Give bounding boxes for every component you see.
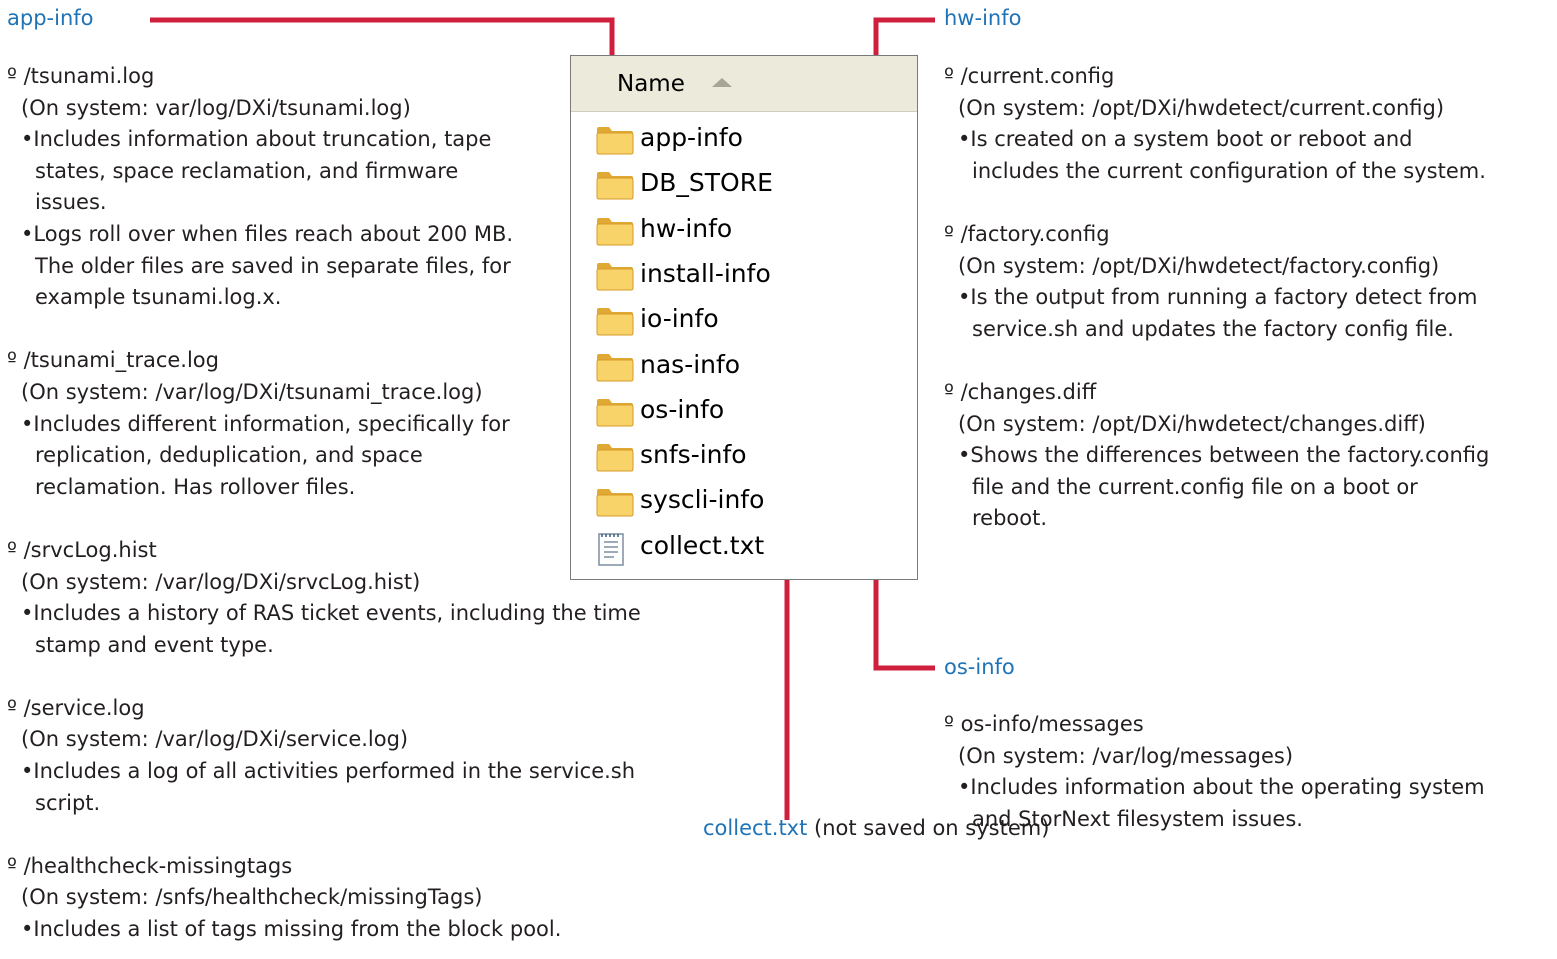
file-name: º /srvcLog.hist bbox=[7, 537, 157, 562]
explorer-item-label: install-info bbox=[640, 258, 771, 288]
explorer-item[interactable]: os-info bbox=[596, 391, 896, 431]
os-info-heading: os-info bbox=[944, 655, 1015, 679]
app-info-descriptions: º /tsunami.log (On system: var/log/DXi/ts… bbox=[7, 61, 641, 946]
folder-icon bbox=[596, 487, 634, 521]
folder-icon bbox=[596, 306, 634, 340]
system-path: (On system: /var/log/DXi/srvcLog.hist) bbox=[21, 569, 421, 594]
file-name: º /changes.diff bbox=[944, 379, 1097, 404]
explorer-item[interactable]: install-info bbox=[596, 255, 896, 295]
explorer-item[interactable]: DB_STORE bbox=[596, 164, 896, 204]
bullet-continuation: example tsunami.log.x. bbox=[35, 285, 282, 310]
bullet-continuation: script. bbox=[35, 790, 101, 815]
bullet-text: •Includes a list of tags missing from th… bbox=[21, 917, 562, 942]
folder-icon bbox=[596, 216, 634, 250]
text-file-icon bbox=[596, 532, 626, 571]
bullet-continuation: file and the current.config file on a bo… bbox=[972, 474, 1418, 499]
file-name: º /healthcheck-missingtags bbox=[7, 853, 293, 878]
explorer-item[interactable]: app-info bbox=[596, 119, 896, 159]
hw-info-entry: º /changes.diff (On system: /opt/DXi/hwde… bbox=[944, 377, 1489, 535]
file-name: º os-info/messages bbox=[944, 712, 1144, 736]
app-info-entry: º /srvcLog.hist (On system: /var/log/DXi/… bbox=[7, 535, 641, 661]
hw-info-entry: º /factory.config (On system: /opt/DXi/hw… bbox=[944, 219, 1489, 345]
app-info-entry: º /service.log (On system: /var/log/DXi/s… bbox=[7, 693, 641, 819]
folder-icon bbox=[596, 170, 634, 204]
folder-icon bbox=[596, 352, 634, 386]
bullet-continuation: reboot. bbox=[972, 506, 1048, 531]
file-name: º /tsunami.log bbox=[7, 64, 155, 88]
app-info-entry: º /healthcheck-missingtags (On system: /s… bbox=[7, 851, 641, 946]
explorer-item[interactable]: snfs-info bbox=[596, 436, 896, 476]
bullet-text: •Includes information about truncation, … bbox=[21, 127, 492, 152]
file-name: º /service.log bbox=[7, 695, 145, 720]
explorer-item-label: io-info bbox=[640, 304, 719, 334]
system-path: (On system: var/log/DXi/tsunami.log) bbox=[21, 95, 411, 120]
explorer-item-label: app-info bbox=[640, 123, 743, 152]
folder-icon bbox=[596, 442, 634, 476]
bullet-continuation: issues. bbox=[35, 190, 107, 215]
system-path: (On system: /var/log/messages) bbox=[958, 743, 1294, 768]
explorer-item[interactable]: nas-info bbox=[596, 346, 896, 386]
bullet-text: •Logs roll over when files reach about 2… bbox=[21, 221, 514, 246]
os-info-descriptions: º os-info/messages (On system: /var/log/m… bbox=[944, 709, 1485, 835]
bullet-continuation: service.sh and updates the factory confi… bbox=[972, 316, 1454, 341]
app-info-heading: app-info bbox=[7, 6, 94, 30]
bullet-text: •Includes different information, specifi… bbox=[21, 411, 510, 436]
file-name: º /current.config bbox=[944, 64, 1115, 88]
bullet-continuation: stamp and event type. bbox=[35, 632, 274, 657]
explorer-item[interactable]: io-info bbox=[596, 300, 896, 340]
bullet-text: •Includes a history of RAS ticket events… bbox=[21, 601, 641, 626]
hw-info-entry: º /current.config (On system: /opt/DXi/hw… bbox=[944, 61, 1489, 187]
os-info-entry: º os-info/messages (On system: /var/log/m… bbox=[944, 709, 1485, 835]
file-name: º /factory.config bbox=[944, 221, 1110, 246]
name-column-label: Name bbox=[617, 71, 685, 97]
explorer-item[interactable]: collect.txt bbox=[596, 527, 896, 567]
explorer-item-label: snfs-info bbox=[640, 440, 747, 470]
folder-icon bbox=[596, 397, 634, 431]
bullet-text: •Is created on a system boot or reboot a… bbox=[958, 127, 1413, 152]
hw-info-heading: hw-info bbox=[944, 6, 1022, 30]
explorer-item[interactable]: hw-info bbox=[596, 210, 896, 250]
bullet-continuation: The older files are saved in separate fi… bbox=[35, 253, 511, 278]
bullet-continuation: states, space reclamation, and firmware bbox=[35, 158, 459, 183]
bullet-text: •Is the output from running a factory de… bbox=[958, 285, 1478, 310]
explorer-item[interactable]: syscli-info bbox=[596, 481, 896, 521]
file-explorer-pane: Name app-info DB_STORE hw-info install-info… bbox=[570, 55, 918, 580]
app-info-entry: º /tsunami_trace.log (On system: /var/log… bbox=[7, 345, 641, 503]
hw-info-descriptions: º /current.config (On system: /opt/DXi/hw… bbox=[944, 61, 1489, 535]
bullet-continuation: and StorNext filesystem issues. bbox=[972, 806, 1303, 831]
app-info-entry: º /tsunami.log (On system: var/log/DXi/ts… bbox=[7, 61, 641, 314]
sort-ascending-icon bbox=[712, 78, 732, 87]
name-column-header[interactable]: Name bbox=[571, 56, 917, 112]
folder-icon bbox=[596, 125, 634, 159]
explorer-item-label: os-info bbox=[640, 394, 725, 424]
folder-icon bbox=[596, 261, 634, 295]
file-name: º /tsunami_trace.log bbox=[7, 348, 219, 373]
explorer-item-label: DB_STORE bbox=[640, 168, 773, 198]
system-path: (On system: /var/log/DXi/tsunami_trace.l… bbox=[21, 379, 483, 404]
system-path: (On system: /opt/DXi/hwdetect/changes.di… bbox=[958, 411, 1426, 436]
explorer-item-label: hw-info bbox=[640, 213, 733, 243]
system-path: (On system: /var/log/DXi/service.log) bbox=[21, 727, 409, 752]
bullet-text: •Shows the differences between the facto… bbox=[958, 443, 1490, 468]
bullet-continuation: reclamation. Has rollover files. bbox=[35, 474, 356, 499]
system-path: (On system: /opt/DXi/hwdetect/factory.co… bbox=[958, 253, 1440, 278]
explorer-item-label: syscli-info bbox=[640, 485, 765, 515]
bullet-continuation: replication, deduplication, and space bbox=[35, 443, 423, 468]
system-path: (On system: /opt/DXi/hwdetect/current.co… bbox=[958, 95, 1445, 120]
bullet-text: •Includes a log of all activities perfor… bbox=[21, 759, 636, 784]
system-path: (On system: /snfs/healthcheck/missingTag… bbox=[21, 885, 483, 910]
bullet-text: •Includes information about the operatin… bbox=[958, 775, 1485, 800]
collect-filename: collect.txt bbox=[703, 816, 808, 840]
explorer-item-label: collect.txt bbox=[640, 530, 765, 560]
bullet-continuation: includes the current configuration of th… bbox=[972, 158, 1486, 183]
explorer-item-label: nas-info bbox=[640, 349, 741, 379]
